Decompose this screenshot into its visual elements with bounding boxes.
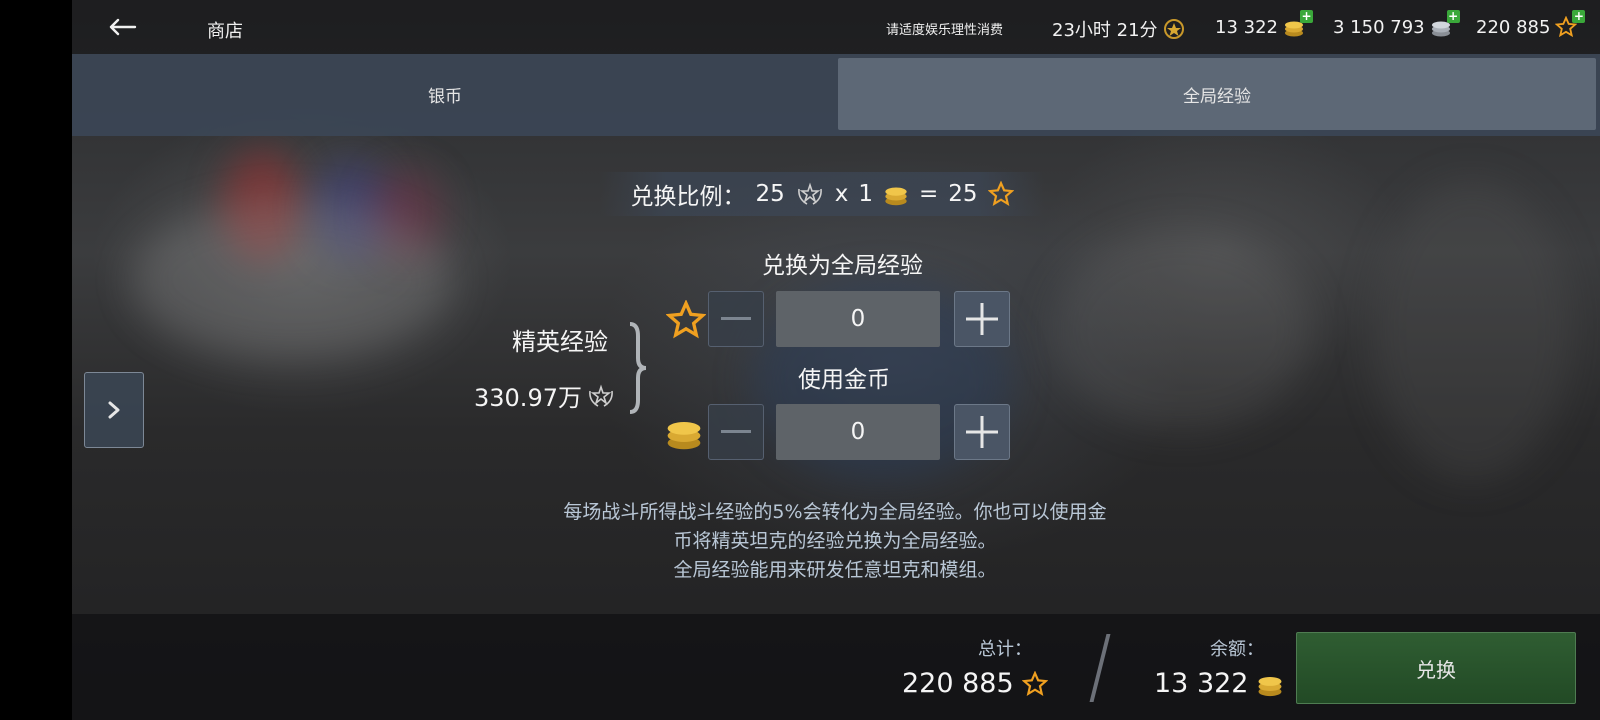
exchange-rate: 兑换比例： 25 x 1 = 25 bbox=[600, 172, 1044, 216]
buy-silver-plus-icon[interactable]: + bbox=[1446, 10, 1460, 23]
timer-text: 23小时 21分 bbox=[1052, 20, 1158, 41]
gold-increase-button[interactable] bbox=[954, 404, 1010, 460]
responsible-gaming-notice: 请适度娱乐理性消费 bbox=[886, 23, 1004, 38]
xp-amount-input[interactable]: 0 bbox=[776, 291, 940, 347]
top-bar: 商店 请适度娱乐理性消费 23小时 21分 13 322 + 3 150 793 bbox=[72, 0, 1600, 54]
chevron-right-icon bbox=[108, 401, 120, 419]
total-amount: 220 885 bbox=[902, 668, 1014, 699]
silver-balance[interactable]: 3 150 793 + bbox=[1333, 10, 1460, 38]
rate-gold-amount: 1 bbox=[858, 181, 873, 207]
gold-decrease-button[interactable] bbox=[708, 404, 764, 460]
rate-times: x bbox=[834, 181, 849, 207]
gold-amount: 13 322 bbox=[1215, 16, 1278, 38]
tab-silver[interactable]: 银币 bbox=[72, 58, 818, 130]
rate-result: 25 bbox=[948, 181, 978, 207]
rate-label: 兑换比例： bbox=[630, 184, 746, 210]
page-title: 商店 bbox=[207, 21, 243, 42]
total-label: 总计： bbox=[978, 639, 1032, 660]
xp-increase-button[interactable] bbox=[954, 291, 1010, 347]
balance-value: 13 322 bbox=[1154, 668, 1284, 699]
silver-amount: 3 150 793 bbox=[1333, 16, 1425, 38]
gold-coins-icon bbox=[885, 187, 907, 206]
plus-icon bbox=[966, 416, 998, 448]
elite-xp-icon bbox=[797, 182, 822, 205]
total-value: 220 885 bbox=[902, 668, 1048, 699]
gold-coins-icon bbox=[1259, 676, 1282, 696]
rate-equals: = bbox=[918, 181, 939, 207]
gold-amount-input[interactable]: 0 bbox=[776, 404, 940, 460]
free-xp-balance[interactable]: 220 885 + bbox=[1476, 10, 1586, 38]
free-xp-amount: 220 885 bbox=[1476, 16, 1551, 38]
minus-icon bbox=[721, 430, 751, 433]
description-line: 每场战斗所得战斗经验的5%会转化为全局经验。你也可以使用金 bbox=[563, 501, 1107, 523]
plus-icon bbox=[966, 303, 998, 335]
rate-xp-amount: 25 bbox=[755, 181, 785, 207]
expand-panel-button[interactable] bbox=[84, 372, 144, 448]
convert-to-free-xp-heading: 兑换为全局经验 bbox=[762, 253, 923, 279]
xp-decrease-button[interactable] bbox=[708, 291, 764, 347]
elite-xp-label: 精英经验 bbox=[512, 328, 608, 356]
elite-xp-value: 330.97万 bbox=[474, 378, 616, 413]
balance-amount: 13 322 bbox=[1154, 668, 1249, 699]
minus-icon bbox=[721, 317, 751, 320]
tab-free-xp[interactable]: 全局经验 bbox=[838, 58, 1596, 130]
gold-coins-icon bbox=[667, 422, 701, 450]
shop-tabs: 银币 全局经验 bbox=[72, 54, 1600, 136]
back-arrow-icon bbox=[109, 18, 137, 36]
screen-edge-left bbox=[0, 0, 72, 720]
brace-divider bbox=[629, 322, 647, 414]
premium-wreath-icon bbox=[1163, 19, 1184, 39]
premium-timer[interactable]: 23小时 21分 bbox=[1052, 16, 1185, 42]
balance-label: 余额： bbox=[1210, 639, 1264, 660]
description-line: 币将精英坦克的经验兑换为全局经验。 bbox=[673, 530, 997, 552]
use-gold-heading: 使用金币 bbox=[798, 367, 890, 393]
free-xp-description: 每场战斗所得战斗经验的5%会转化为全局经验。你也可以使用金 币将精英坦克的经验兑… bbox=[500, 498, 1170, 585]
star-icon bbox=[1021, 670, 1048, 696]
star-icon bbox=[666, 300, 706, 339]
exchange-button[interactable]: 兑换 bbox=[1296, 632, 1576, 704]
elite-xp-icon bbox=[589, 383, 613, 407]
description-line: 全局经验能用来研发任意坦克和模组。 bbox=[673, 559, 997, 581]
star-icon bbox=[987, 181, 1014, 206]
elite-xp-amount: 330.97万 bbox=[474, 384, 582, 412]
back-button[interactable] bbox=[102, 8, 142, 46]
buy-gold-plus-icon[interactable]: + bbox=[1299, 10, 1313, 23]
gold-balance[interactable]: 13 322 + bbox=[1215, 10, 1313, 38]
buy-free-xp-plus-icon[interactable]: + bbox=[1572, 10, 1586, 23]
